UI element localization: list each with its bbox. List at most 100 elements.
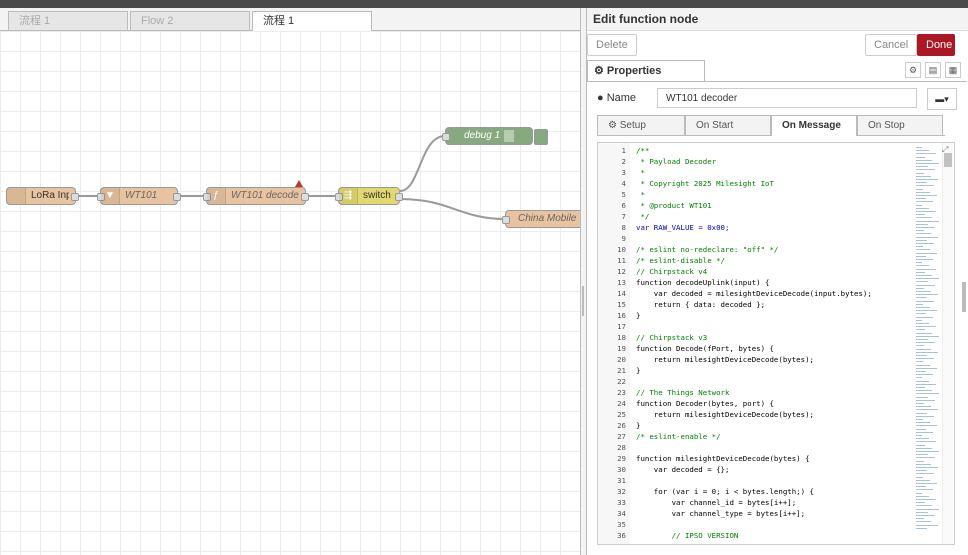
- node-lora-input[interactable]: LoRa Input: [6, 187, 79, 205]
- appearance-icon[interactable]: ▦: [945, 62, 961, 78]
- settings-icon[interactable]: ⚙: [905, 62, 921, 78]
- tab-on-start[interactable]: On Start: [685, 115, 771, 135]
- minimap-line: [916, 518, 924, 520]
- line-number: 10: [617, 245, 626, 254]
- minimap-line: [916, 198, 926, 200]
- minimap-line: [916, 220, 939, 222]
- right-edge-scroll-handle[interactable]: [962, 282, 966, 312]
- code-minimap[interactable]: [916, 143, 942, 544]
- minimap-line: [916, 345, 924, 347]
- minimap-line: [916, 239, 927, 241]
- minimap-line: [916, 166, 928, 168]
- code-line: function decodeUplink(input) {: [636, 278, 770, 287]
- splitter-grip[interactable]: [582, 286, 584, 316]
- minimap-line: [916, 326, 936, 328]
- minimap-line: [916, 364, 930, 366]
- output-port[interactable]: [71, 193, 79, 201]
- node-wt101[interactable]: ▼ WT101: [97, 187, 181, 205]
- properties-tab-bar: ⚙ Properties ⚙ ▤ ▦: [587, 60, 967, 82]
- minimap-line: [916, 201, 933, 203]
- minimap-line: [916, 403, 924, 404]
- minimap-line: [916, 262, 922, 264]
- minimap-line: [916, 297, 927, 299]
- description-icon[interactable]: ▤: [925, 62, 941, 78]
- code-line: }: [636, 311, 641, 320]
- line-number: 32: [617, 487, 626, 496]
- minimap-line: [916, 236, 938, 238]
- minimap-line: [916, 281, 928, 283]
- cancel-button[interactable]: Cancel: [865, 34, 918, 56]
- minimap-line: [916, 367, 937, 369]
- debug-toggle-button[interactable]: [534, 129, 548, 145]
- line-number: 35: [617, 520, 626, 529]
- minimap-line: [916, 227, 935, 228]
- minimap-line: [916, 499, 936, 500]
- code-line: var channel_id = bytes[i++];: [636, 498, 797, 507]
- input-port[interactable]: [442, 133, 450, 141]
- minimap-line: [916, 275, 932, 276]
- tag-icon: ●: [597, 92, 607, 104]
- code-line: // Chirpstack v4: [636, 267, 708, 276]
- minimap-line: [916, 265, 929, 267]
- minimap-line: [916, 467, 938, 468]
- node-switch[interactable]: ⇶ switch: [335, 187, 403, 205]
- tab-properties[interactable]: ⚙ Properties: [587, 60, 705, 81]
- output-port[interactable]: [395, 193, 403, 201]
- minimap-line: [916, 527, 927, 529]
- code-line: var decoded = {};: [636, 465, 730, 474]
- minimap-line: [916, 335, 939, 337]
- line-number: 30: [617, 465, 626, 474]
- done-button[interactable]: Done: [917, 34, 955, 56]
- input-port[interactable]: [502, 216, 510, 224]
- minimap-line: [916, 451, 939, 452]
- minimap-line: [916, 230, 924, 232]
- line-number: 33: [617, 498, 626, 507]
- line-number: 36: [617, 531, 626, 540]
- flow-canvas[interactable]: LoRa Input ▼ WT101 ƒ WT101 decoder ⇶ swi…: [0, 31, 580, 555]
- code-line: function milesightDeviceDecode(bytes) {: [636, 454, 810, 463]
- minimap-line: [916, 396, 928, 398]
- minimap-line: [916, 492, 922, 494]
- minimap-line: [916, 147, 922, 148]
- minimap-line: [916, 489, 933, 491]
- node-china-mobile[interactable]: China Mobile: [502, 210, 580, 228]
- delete-button[interactable]: Delete: [587, 34, 637, 56]
- minimap-line: [916, 483, 937, 484]
- tab-flow-1-active[interactable]: 流程 1: [252, 11, 372, 31]
- scrollbar-thumb[interactable]: [944, 153, 952, 167]
- icon-select-button[interactable]: ▬▾: [927, 88, 957, 110]
- output-port[interactable]: [173, 193, 181, 201]
- name-field[interactable]: WT101 decoder: [657, 88, 917, 108]
- tab-on-stop[interactable]: On Stop: [857, 115, 943, 135]
- tab-flow-2[interactable]: Flow 2: [130, 11, 250, 30]
- code-line: return milesightDeviceDecode(bytes);: [636, 355, 814, 364]
- minimap-line: [916, 153, 936, 155]
- tab-setup[interactable]: ⚙ Setup: [597, 115, 685, 135]
- minimap-line: [916, 175, 931, 177]
- line-number: 29: [617, 454, 626, 463]
- minimap-line: [916, 428, 926, 430]
- node-wt101-decoder[interactable]: ƒ WT101 decoder: [203, 180, 309, 205]
- minimap-line: [916, 207, 929, 209]
- function-icon: ƒ: [207, 188, 226, 204]
- minimap-line: [916, 502, 925, 504]
- expand-icon[interactable]: ⤢: [942, 145, 948, 155]
- minimap-line: [916, 150, 929, 152]
- code-line: // IPSO VERSION: [636, 531, 739, 540]
- minimap-line: [916, 191, 930, 193]
- minimap-line: [916, 159, 932, 161]
- minimap-line: [916, 476, 923, 478]
- node-debug[interactable]: debug 1: [442, 127, 548, 145]
- minimap-line: [916, 438, 929, 440]
- edit-function-panel: Edit function node Delete Cancel Done ⚙ …: [586, 8, 968, 555]
- code-line: return milesightDeviceDecode(bytes);: [636, 410, 814, 419]
- minimap-line: [916, 412, 927, 414]
- tab-on-message[interactable]: On Message: [771, 115, 857, 136]
- tab-flow-1[interactable]: 流程 1: [8, 11, 128, 30]
- name-row: ● Name WT101 decoder ▬▾: [597, 88, 957, 110]
- code-scrollbar[interactable]: [942, 143, 953, 544]
- code-line: * Copyright 2025 Milesight IoT: [636, 179, 774, 188]
- code-editor[interactable]: 1 2 3 4 5 6 7 8 9 10 11 12 13 14 15 16 17 18 19 20 21 22 23 24 2…: [597, 142, 955, 545]
- output-port[interactable]: [301, 193, 309, 201]
- minimap-line: [916, 316, 933, 318]
